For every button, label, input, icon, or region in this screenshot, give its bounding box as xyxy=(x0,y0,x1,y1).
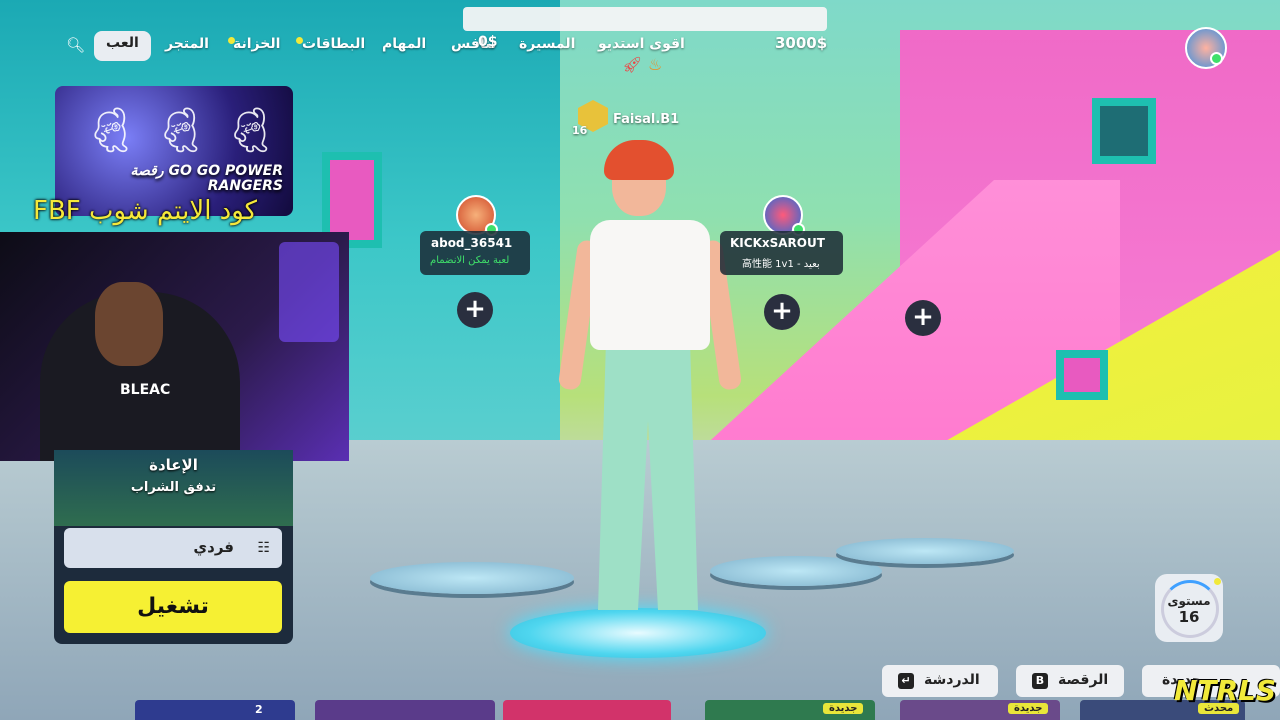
character-shirt xyxy=(590,220,710,350)
channel-watermark: NTRLS xyxy=(1174,674,1277,707)
nav-tab-career[interactable]: المسيرة xyxy=(519,36,575,58)
quick-item-strip: 2 جديدة جديدة محدث xyxy=(0,700,1280,720)
game-mode-card[interactable]: الإعادة تدفق الشراب فردي ☷ تشغيل xyxy=(54,450,293,644)
party-size-icon: ☷ xyxy=(257,540,270,556)
online-indicator xyxy=(1210,52,1223,65)
player-name[interactable]: Faisal.B1 xyxy=(613,112,679,127)
level-progress[interactable]: مستوى 16 xyxy=(1155,574,1223,642)
studio-light xyxy=(279,242,339,342)
emote-key-hint: B xyxy=(1032,673,1048,689)
vbucks-balance[interactable]: 3000$ xyxy=(775,34,827,52)
party-member-status: 高性能 1v1 - بعيد xyxy=(742,259,820,270)
party-member-name: KICKxSAROUT xyxy=(730,236,825,250)
nav-tab-play[interactable]: العب xyxy=(94,31,151,61)
player-character[interactable] xyxy=(557,140,743,640)
player-level: 16 xyxy=(572,124,588,137)
party-member-card[interactable]: KICKxSAROUT 高性能 1v1 - بعيد xyxy=(720,231,843,275)
party-member-card[interactable]: abod_36541 لعبة يمكن الانضمام xyxy=(420,231,530,275)
chat-key-hint: ↵ xyxy=(898,673,914,689)
nav-tab-passes[interactable]: البطاقات xyxy=(302,36,365,58)
strip-item[interactable] xyxy=(503,700,671,720)
top-navigation: 🔍︎ العب المتجر الخزانة البطاقات المهام ت… xyxy=(0,0,1280,90)
empty-platform xyxy=(836,538,1014,564)
add-friend-button[interactable]: + xyxy=(764,294,800,330)
strip-item[interactable] xyxy=(315,700,495,720)
strip-item[interactable]: جديدة xyxy=(900,700,1060,720)
character-pants xyxy=(598,340,698,610)
strip-item[interactable]: 2 xyxy=(135,700,295,720)
level-label: مستوى xyxy=(1167,594,1211,608)
creator-code-text: FBF كود الايتم شوب xyxy=(33,196,258,226)
streamer-webcam: BLEAC xyxy=(0,232,349,461)
shirt-text: BLEAC xyxy=(120,382,171,398)
squad-selector[interactable]: فردي ☷ xyxy=(64,528,282,568)
dancer-figures-icon: 🕺︎🕺︎🕺︎ xyxy=(83,105,293,156)
nav-tab-quests[interactable]: المهام xyxy=(382,36,426,58)
empty-platform xyxy=(370,562,574,594)
new-tag: جديدة xyxy=(1008,703,1049,714)
nav-tab-locker[interactable]: الخزانة xyxy=(233,36,280,58)
new-tag: جديدة xyxy=(823,703,864,714)
mode-subtitle: تدفق الشراب xyxy=(130,480,217,495)
party-member-status: لعبة يمكن الانضمام xyxy=(430,255,510,266)
currency-small: 0$ xyxy=(478,34,498,50)
emote-button[interactable]: B الرقصة xyxy=(1016,665,1124,697)
promo-title: رقصة GO GO POWER RANGERS xyxy=(130,163,283,194)
add-friend-button[interactable]: + xyxy=(905,300,941,336)
wall-window xyxy=(1056,350,1108,400)
add-friend-button[interactable]: + xyxy=(457,292,493,328)
streamer-head xyxy=(95,282,163,366)
party-member-name: abod_36541 xyxy=(431,236,513,250)
search-icon[interactable]: 🔍︎ xyxy=(66,36,85,54)
rocket-icon: 🚀︎ xyxy=(622,55,643,74)
nav-tab-shop[interactable]: المتجر xyxy=(165,36,209,58)
item-count: 2 xyxy=(255,703,263,716)
character-hair xyxy=(604,140,674,180)
mode-title: الإعادة xyxy=(149,456,198,474)
wall-window xyxy=(1092,98,1156,164)
chat-button[interactable]: ↵ الدردشة xyxy=(882,665,998,697)
strip-item[interactable]: جديدة xyxy=(705,700,875,720)
squad-label: فردي xyxy=(193,538,234,556)
level-value: 16 xyxy=(1178,608,1200,626)
flame-icon: ♨ xyxy=(648,55,663,74)
overlay-blank-bar xyxy=(463,7,827,31)
play-button[interactable]: تشغيل xyxy=(64,581,282,633)
notification-dot xyxy=(1214,578,1221,585)
emote-label: الرقصة xyxy=(1058,672,1109,688)
chat-label: الدردشة xyxy=(924,672,980,688)
